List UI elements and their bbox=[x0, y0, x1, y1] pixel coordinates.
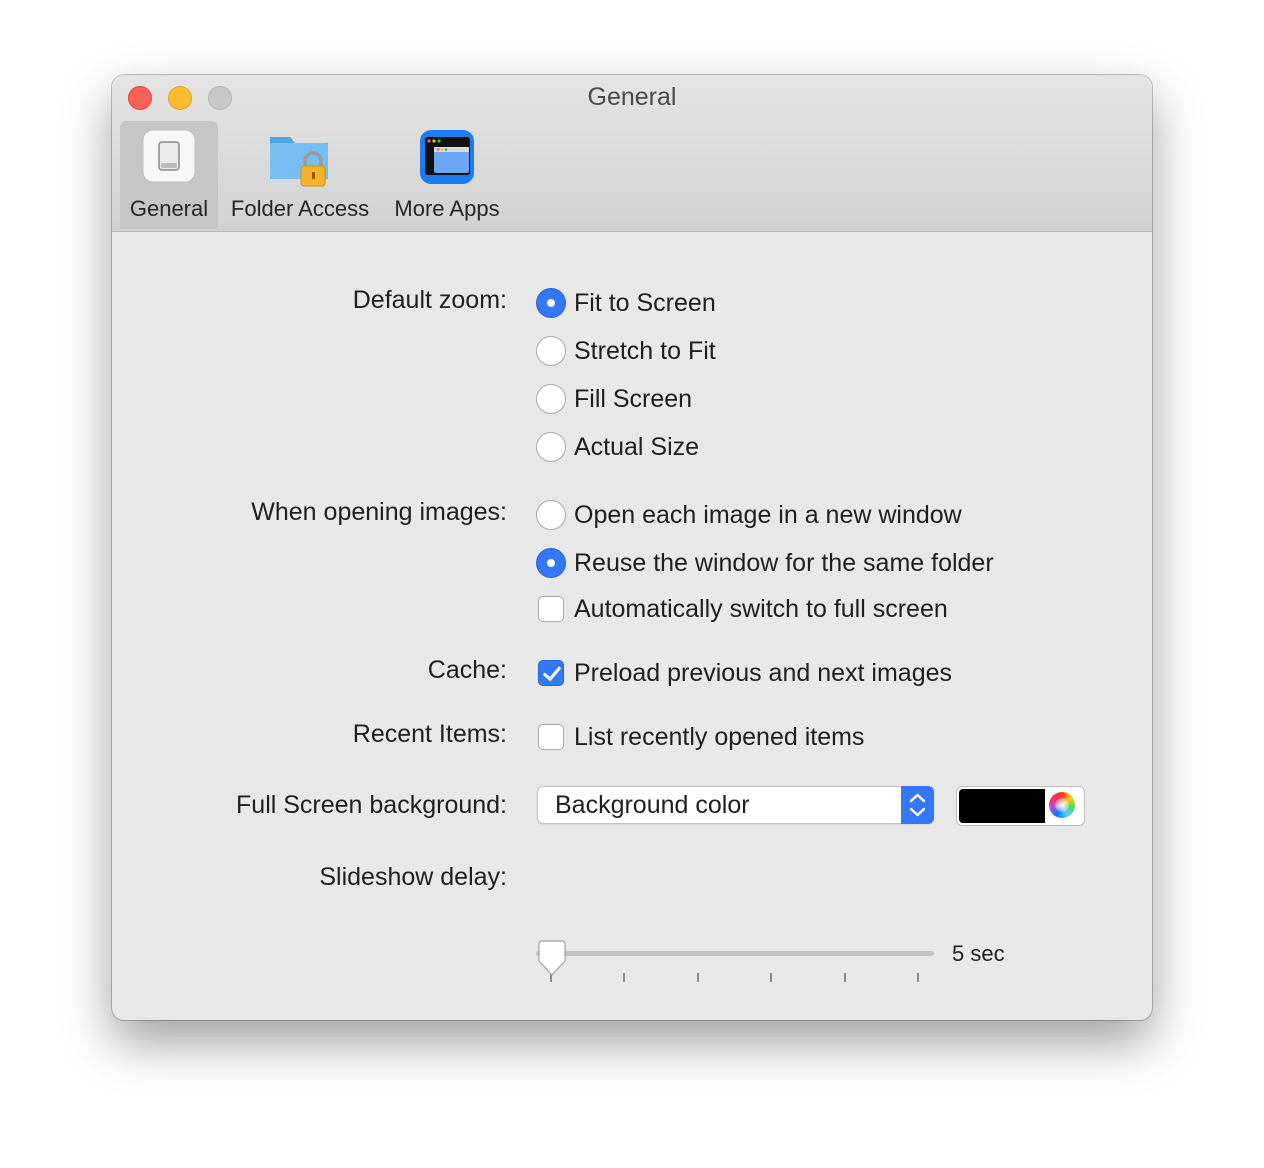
slider-tick bbox=[697, 973, 699, 982]
slider-tick bbox=[917, 973, 919, 982]
zoom-fit-to-screen-radio[interactable]: Fit to Screen bbox=[536, 286, 716, 320]
option-label: Stretch to Fit bbox=[574, 336, 716, 365]
auto-fullscreen-checkbox[interactable]: Automatically switch to full screen bbox=[536, 592, 948, 626]
slider-tick bbox=[844, 973, 846, 982]
checkbox[interactable] bbox=[538, 724, 564, 750]
folder-lock-icon bbox=[270, 137, 328, 187]
option-label: Fit to Screen bbox=[574, 288, 716, 317]
chevron-up-down-icon bbox=[909, 793, 926, 817]
color-swatch[interactable] bbox=[959, 789, 1045, 823]
window-title: General bbox=[587, 83, 677, 111]
tab-general-label: General bbox=[129, 196, 209, 221]
tab-more-apps[interactable]: More Apps bbox=[382, 121, 512, 229]
recent-items-checkbox[interactable]: List recently opened items bbox=[536, 720, 864, 754]
zoom-fill-screen-radio[interactable]: Fill Screen bbox=[536, 382, 692, 416]
option-label: Open each image in a new window bbox=[574, 500, 962, 529]
checkbox[interactable] bbox=[538, 660, 564, 686]
tab-general[interactable]: General bbox=[120, 121, 218, 229]
slideshow-delay-label: Slideshow delay: bbox=[319, 863, 507, 891]
reuse-window-radio[interactable]: Reuse the window for the same folder bbox=[536, 546, 994, 580]
background-popup-button[interactable]: Background color bbox=[537, 786, 934, 824]
cache-label: Cache: bbox=[427, 656, 507, 684]
general-pane: Default zoom: Fit to Screen Stretch to F… bbox=[112, 232, 1152, 1020]
popup-value: Background color bbox=[555, 791, 750, 819]
option-label: Automatically switch to full screen bbox=[574, 594, 948, 623]
titlebar-toolbar: General General Folder Access More Apps bbox=[112, 75, 1152, 232]
color-wheel-icon[interactable] bbox=[1049, 792, 1075, 818]
default-zoom-label: Default zoom: bbox=[352, 286, 507, 314]
opening-images-label: When opening images: bbox=[251, 498, 507, 526]
radio-button[interactable] bbox=[536, 548, 566, 578]
radio-button[interactable] bbox=[536, 288, 566, 318]
recent-items-label: Recent Items: bbox=[352, 720, 507, 748]
radio-button[interactable] bbox=[536, 384, 566, 414]
zoom-stretch-to-fit-radio[interactable]: Stretch to Fit bbox=[536, 334, 716, 368]
popup-arrows bbox=[901, 786, 934, 824]
option-label: Reuse the window for the same folder bbox=[574, 548, 994, 577]
slider-track[interactable] bbox=[536, 951, 934, 956]
open-new-window-radio[interactable]: Open each image in a new window bbox=[536, 498, 962, 532]
zoom-actual-size-radio[interactable]: Actual Size bbox=[536, 430, 699, 464]
checkbox[interactable] bbox=[538, 596, 564, 622]
slider-knob[interactable] bbox=[536, 940, 568, 980]
slideshow-delay-value: 5 sec bbox=[952, 941, 1005, 966]
option-label: Actual Size bbox=[574, 432, 700, 461]
preferences-window: General General Folder Access More Apps … bbox=[112, 75, 1152, 1020]
fullscreen-background-label: Full Screen background: bbox=[236, 791, 507, 819]
slideshow-delay-slider[interactable] bbox=[536, 932, 936, 992]
preload-images-checkbox[interactable]: Preload previous and next images bbox=[536, 656, 952, 690]
option-label: Preload previous and next images bbox=[574, 658, 953, 687]
tab-more-apps-label: More Apps bbox=[394, 196, 500, 221]
app-window-icon bbox=[420, 130, 474, 184]
radio-button[interactable] bbox=[536, 500, 566, 530]
background-color-well[interactable] bbox=[956, 786, 1085, 826]
slider-tick bbox=[623, 973, 625, 982]
slider-tick bbox=[770, 973, 772, 982]
option-label: Fill Screen bbox=[574, 384, 693, 413]
radio-button[interactable] bbox=[536, 336, 566, 366]
radio-button[interactable] bbox=[536, 432, 566, 462]
option-label: List recently opened items bbox=[574, 722, 865, 751]
tab-folder-access-label: Folder Access bbox=[230, 196, 370, 221]
tab-folder-access[interactable]: Folder Access bbox=[222, 121, 378, 229]
light-switch-icon bbox=[142, 129, 196, 183]
